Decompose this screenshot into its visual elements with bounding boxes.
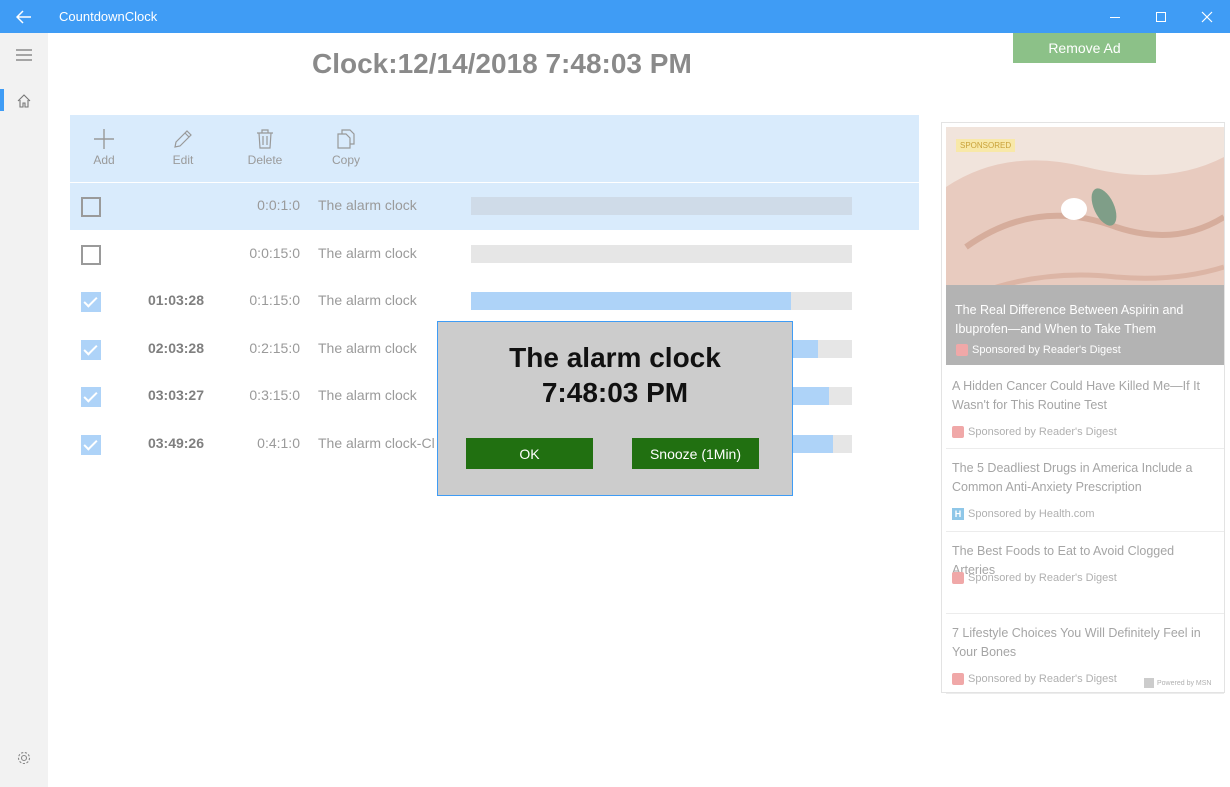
readers-digest-logo-icon — [952, 673, 964, 685]
ad-sponsor: H Sponsored by Health.com — [952, 508, 1095, 520]
ad-hero[interactable]: SPONSORED The Real Difference Between As… — [946, 127, 1224, 365]
delete-label: Delete — [247, 153, 283, 167]
title-bar: CountdownClock — [0, 0, 1230, 33]
ad-headline: A Hidden Cancer Could Have Killed Me—If … — [952, 379, 1201, 412]
ad-hero-sponsor: Sponsored by Reader's Digest — [956, 344, 1121, 356]
timer-row[interactable]: 0:0:15:0 The alarm clock — [70, 231, 919, 278]
timer-duration: 0:2:15:0 — [249, 339, 300, 356]
timer-checkbox[interactable] — [81, 244, 101, 265]
timer-checkbox[interactable] — [81, 434, 101, 455]
timer-row[interactable]: 0:0:1:0 The alarm clock — [70, 183, 919, 230]
app-title: CountdownClock — [59, 9, 158, 24]
copy-icon — [316, 125, 376, 153]
timer-name: The alarm clock-Cl — [318, 434, 435, 451]
ad-hero-headline: The Real Difference Between Aspirin and … — [955, 303, 1184, 336]
ad-list-item[interactable]: The 5 Deadliest Drugs in America Include… — [946, 449, 1224, 532]
timer-duration: 0:1:15:0 — [249, 292, 300, 308]
timer-checkbox[interactable] — [81, 197, 101, 217]
ad-hero-caption: The Real Difference Between Aspirin and … — [946, 285, 1224, 365]
timer-checkbox[interactable] — [81, 292, 101, 312]
ad-list-item[interactable]: The Best Foods to Eat to Avoid Clogged A… — [946, 532, 1224, 614]
pencil-icon — [153, 125, 213, 153]
snooze-button[interactable]: Snooze (1Min) — [632, 438, 759, 469]
ad-headline: 7 Lifestyle Choices You Will Definitely … — [952, 626, 1201, 659]
plus-icon — [74, 125, 134, 153]
maximize-button[interactable] — [1138, 0, 1184, 33]
timer-duration: 0:0:1:0 — [257, 197, 300, 213]
health-logo-icon: H — [952, 508, 964, 520]
command-toolbar: Add Edit Delete Copy — [70, 115, 919, 182]
ad-sponsor: Sponsored by Reader's Digest — [952, 426, 1117, 438]
timer-name: The alarm clock — [318, 339, 417, 356]
settings-gear-icon[interactable] — [0, 738, 48, 778]
timer-checkbox[interactable] — [81, 387, 101, 407]
ad-list-item[interactable]: A Hidden Cancer Could Have Killed Me—If … — [946, 367, 1224, 449]
timer-name: The alarm clock — [318, 244, 417, 261]
timer-duration: 0:3:15:0 — [249, 387, 300, 403]
remove-ad-button[interactable]: Remove Ad — [1013, 33, 1156, 63]
timer-name: The alarm clock — [318, 292, 417, 308]
copy-button[interactable]: Copy — [316, 125, 376, 167]
ok-button[interactable]: OK — [466, 438, 593, 469]
timer-progress-bar — [471, 292, 852, 310]
timer-remaining: 02:03:28 — [147, 339, 204, 356]
alarm-dialog: The alarm clock 7:48:03 PM OK Snooze (1M… — [437, 321, 793, 496]
timer-row[interactable]: 01:03:28 0:1:15:0 The alarm clock — [70, 278, 919, 325]
timer-progress-bar — [471, 197, 852, 215]
timer-remaining: 01:03:28 — [147, 292, 204, 308]
timer-remaining: 03:49:26 — [147, 434, 204, 451]
powered-by-msn: Powered by MSN — [1144, 678, 1211, 688]
sponsored-tag: SPONSORED — [956, 139, 1016, 152]
current-clock: Clock:12/14/2018 7:48:03 PM — [312, 48, 692, 79]
add-button[interactable]: Add — [74, 125, 134, 167]
edit-button[interactable]: Edit — [153, 125, 213, 167]
hamburger-menu-icon[interactable] — [0, 35, 48, 75]
minimize-button[interactable] — [1092, 0, 1138, 33]
timer-remaining: 03:03:27 — [147, 387, 204, 403]
edit-label: Edit — [172, 153, 194, 167]
home-icon[interactable] — [0, 81, 48, 121]
ad-sponsor: Sponsored by Reader's Digest — [952, 572, 1117, 584]
timer-progress-fill — [471, 292, 792, 310]
add-label: Add — [93, 153, 115, 167]
nav-rail — [0, 33, 48, 787]
ad-headline: The 5 Deadliest Drugs in America Include… — [952, 461, 1193, 494]
close-button[interactable] — [1184, 0, 1230, 33]
alarm-time: 7:48:03 PM — [541, 377, 689, 408]
timer-name: The alarm clock — [318, 197, 417, 213]
alarm-title: The alarm clock — [509, 342, 721, 373]
ad-panel: SPONSORED The Real Difference Between As… — [941, 122, 1225, 694]
copy-label: Copy — [331, 153, 360, 167]
trash-icon — [235, 125, 295, 153]
timer-duration: 0:4:1:0 — [257, 434, 300, 451]
ad-sponsor: Sponsored by Reader's Digest — [952, 673, 1117, 685]
readers-digest-logo-icon — [952, 426, 964, 438]
readers-digest-logo-icon — [956, 344, 968, 356]
timer-name: The alarm clock — [318, 387, 417, 403]
msn-logo-icon — [1144, 678, 1154, 688]
delete-button[interactable]: Delete — [235, 125, 295, 167]
timer-duration: 0:0:15:0 — [249, 244, 300, 261]
readers-digest-logo-icon — [952, 572, 964, 584]
timer-progress-bar — [471, 244, 852, 263]
timer-checkbox[interactable] — [81, 339, 101, 360]
back-arrow-icon[interactable] — [0, 0, 48, 33]
